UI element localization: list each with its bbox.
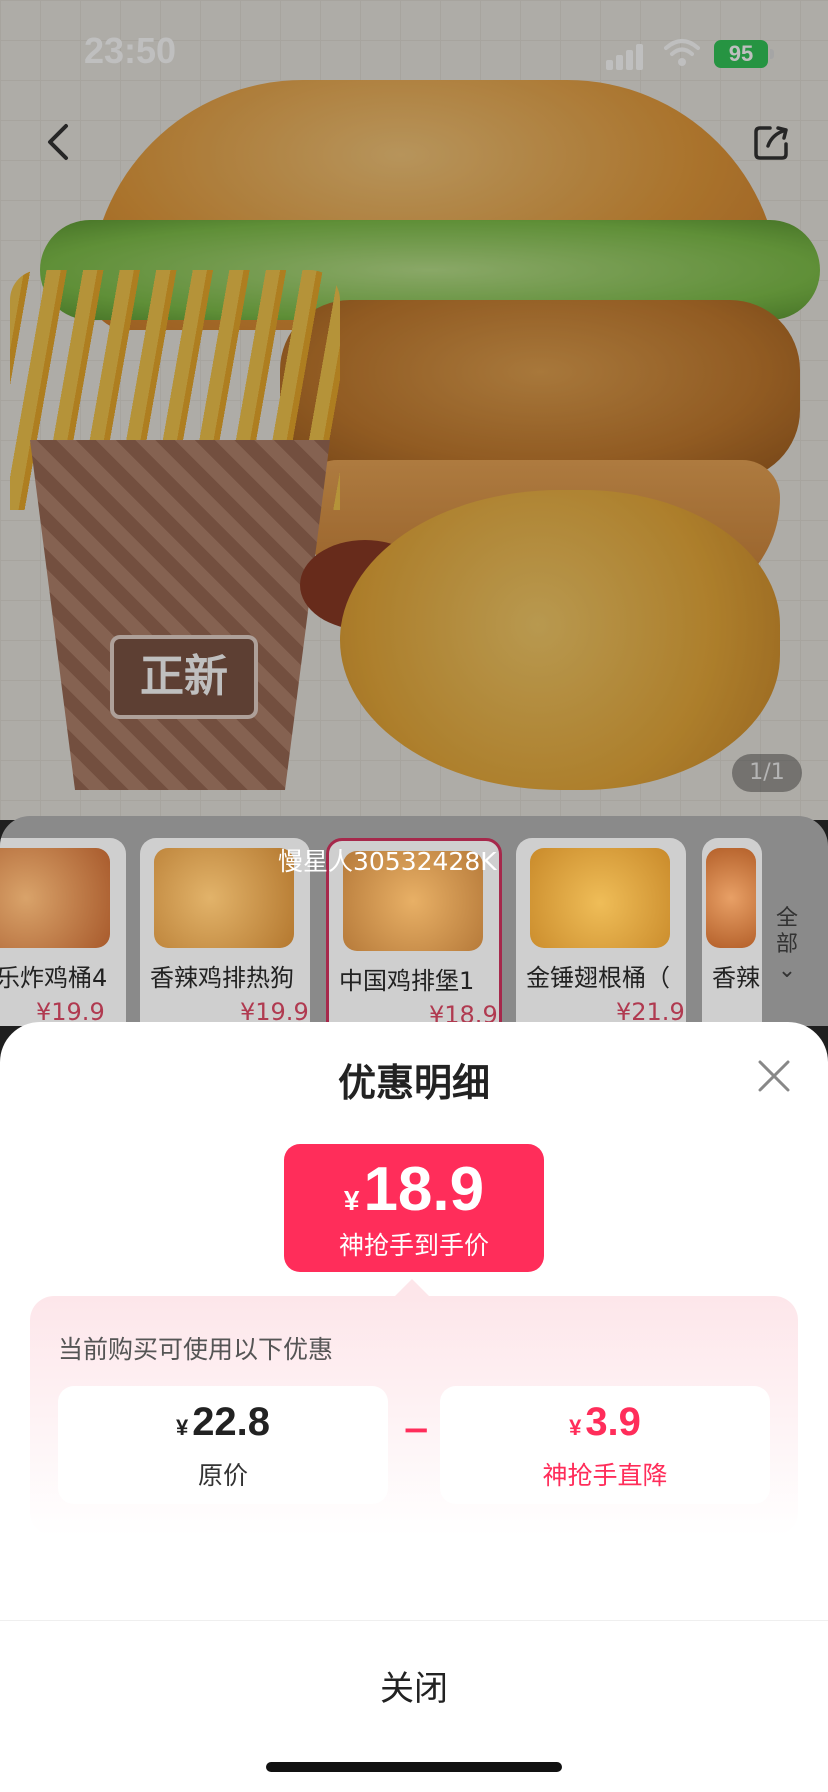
- discount-detail-sheet: 优惠明细 ¥18.9 神抢手到手价 当前购买可使用以下优惠 ¥22.8 原价 −…: [0, 1022, 828, 1792]
- final-price-label: 神抢手到手价: [338, 1231, 489, 1260]
- discount-label: 神抢手直降: [542, 1461, 668, 1490]
- discount-amount: ¥3.9: [440, 1400, 770, 1445]
- product-name: 香辣: [712, 964, 760, 992]
- product-thumbnail: [0, 848, 110, 948]
- product-name: 香辣鸡排热狗: [150, 964, 294, 992]
- product-name: 中国鸡排堡1: [339, 967, 475, 995]
- product-name: 金锤翅根桶（: [526, 964, 670, 992]
- product-thumbnail: [530, 848, 670, 948]
- original-price-card: ¥22.8 原价: [58, 1386, 388, 1504]
- original-price-label: 原价: [197, 1461, 248, 1490]
- minus-sign: −: [402, 1410, 431, 1450]
- close-icon[interactable]: [756, 1058, 792, 1094]
- close-button[interactable]: 关闭: [0, 1634, 828, 1744]
- chevron-down-icon: ⌄: [777, 958, 797, 983]
- currency-symbol: ¥: [175, 1415, 189, 1440]
- home-indicator[interactable]: [266, 1762, 562, 1772]
- original-price: ¥22.8: [58, 1400, 388, 1445]
- final-price: ¥18.9: [284, 1154, 544, 1225]
- product-card[interactable]: 乐炸鸡桶4 ¥19.9: [0, 838, 126, 1026]
- currency-symbol: ¥: [343, 1185, 360, 1216]
- original-price-value: 22.8: [192, 1400, 271, 1444]
- product-thumbnail: [154, 848, 294, 948]
- divider: [0, 1620, 828, 1621]
- product-name: 乐炸鸡桶4: [0, 964, 108, 992]
- view-all-label: 全部: [775, 906, 798, 957]
- product-card[interactable]: 香辣: [702, 838, 762, 1026]
- promo-panel: 当前购买可使用以下优惠 ¥22.8 原价 − ¥3.9 神抢手直降: [30, 1296, 798, 1536]
- promo-caption: 当前购买可使用以下优惠: [58, 1335, 334, 1364]
- user-watermark: 慢星人30532428K: [278, 847, 497, 876]
- discount-value: 3.9: [585, 1400, 641, 1444]
- final-price-value: 18.9: [363, 1155, 485, 1224]
- view-all-button[interactable]: 全部 ⌄: [772, 906, 802, 984]
- currency-symbol: ¥: [569, 1415, 582, 1440]
- discount-card: ¥3.9 神抢手直降: [440, 1386, 770, 1504]
- product-thumbnail: [706, 848, 756, 948]
- product-card[interactable]: 金锤翅根桶（ ¥21.9: [516, 838, 686, 1026]
- sheet-title: 优惠明细: [337, 1061, 490, 1105]
- final-price-badge: ¥18.9 神抢手到手价: [284, 1144, 544, 1272]
